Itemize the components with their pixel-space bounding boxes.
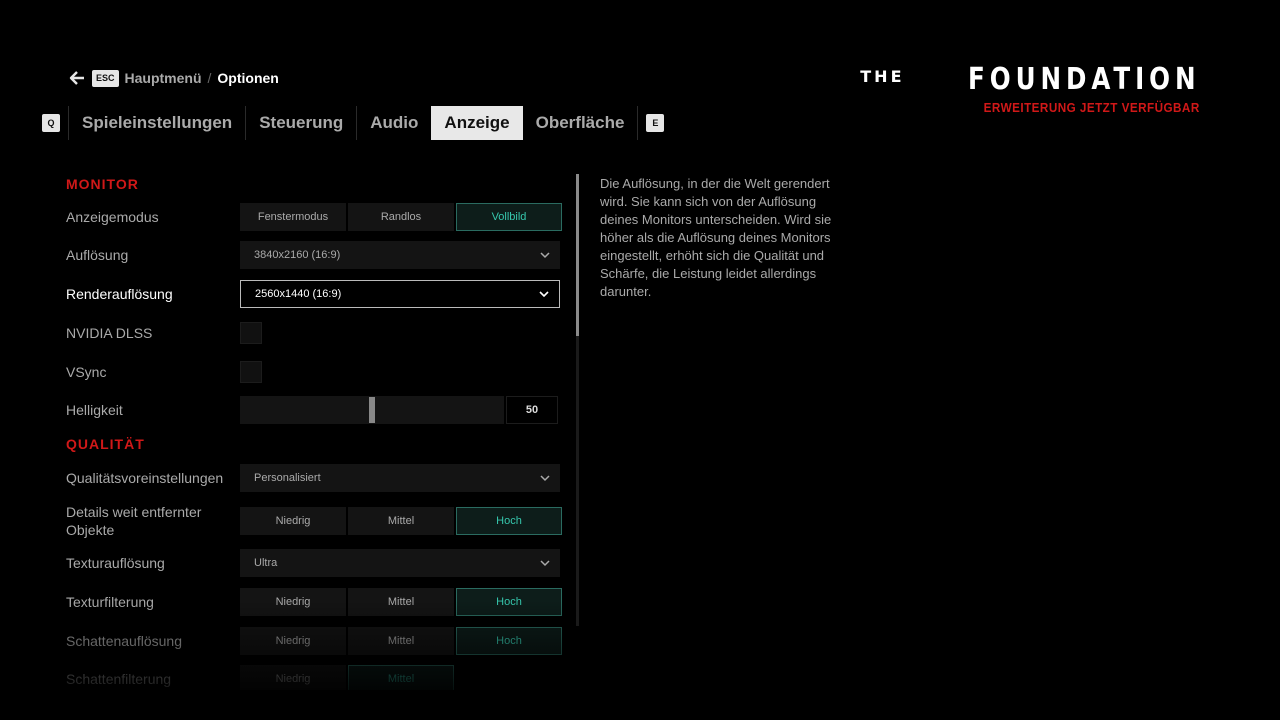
texture-filtering-selector: Niedrig Mittel Hoch <box>240 588 562 616</box>
slider-handle[interactable] <box>369 397 375 423</box>
tab-controls[interactable]: Steuerung <box>246 106 356 140</box>
quality-option-medium[interactable]: Mittel <box>348 507 454 535</box>
scrollbar-thumb[interactable] <box>576 174 579 336</box>
settings-panel: MONITOR Anzeigemodus Fenstermodus Randlo… <box>66 170 566 690</box>
breadcrumb: ESC Hauptmenü / Optionen <box>68 68 279 88</box>
setting-label: NVIDIA DLSS <box>66 325 153 341</box>
setting-row-texture-resolution: Texturauflösung Ultra <box>66 549 566 577</box>
texture-resolution-dropdown[interactable]: Ultra <box>240 549 560 577</box>
section-title-quality: QUALITÄT <box>66 436 145 452</box>
vsync-checkbox[interactable] <box>240 361 262 383</box>
setting-label: Helligkeit <box>66 402 123 418</box>
esc-key-hint: ESC <box>92 69 119 87</box>
chevron-down-icon <box>540 560 550 567</box>
quality-option-high[interactable]: Hoch <box>456 507 562 535</box>
breadcrumb-main-menu[interactable]: Hauptmenü <box>125 70 202 86</box>
slider-track[interactable] <box>240 396 504 424</box>
setting-label: Schattenauflösung <box>66 633 182 649</box>
settings-scrollbar[interactable] <box>576 174 579 626</box>
setting-label: VSync <box>66 364 107 380</box>
quality-option-low[interactable]: Niedrig <box>240 507 346 535</box>
logo-title: FOUNDATION <box>967 62 1200 97</box>
setting-row-vsync: VSync <box>66 358 566 386</box>
setting-label: Schattenfilterung <box>66 671 172 687</box>
prev-tab-key-hint[interactable]: Q <box>42 114 60 132</box>
setting-description: Die Auflösung, in der die Welt gerendert… <box>600 176 832 299</box>
next-tab-key-hint[interactable]: E <box>646 114 665 132</box>
section-title-monitor: MONITOR <box>66 176 139 192</box>
expansion-available-banner[interactable]: ERWEITERUNG JETZT VERFÜGBAR <box>894 100 1200 115</box>
setting-row-display-mode: Anzeigemodus Fenstermodus Randlos Vollbi… <box>66 203 566 231</box>
setting-label: Qualitätsvoreinstellungen <box>66 470 224 486</box>
dropdown-value: 2560x1440 (16:9) <box>255 288 342 300</box>
quality-option-low[interactable]: Niedrig <box>240 627 346 655</box>
brightness-slider: 50 <box>240 396 558 424</box>
breadcrumb-separator: / <box>207 70 212 86</box>
quality-option-medium[interactable]: Mittel <box>348 665 454 690</box>
render-resolution-dropdown[interactable]: 2560x1440 (16:9) <box>240 280 560 308</box>
resolution-dropdown[interactable]: 3840x2160 (16:9) <box>240 241 560 269</box>
setting-label: Texturfilterung <box>66 594 154 610</box>
tab-divider <box>637 106 639 140</box>
tab-interface[interactable]: Oberfläche <box>523 106 638 140</box>
quality-option-low[interactable]: Niedrig <box>240 588 346 616</box>
setting-label: Details weit entfernter Objekte <box>66 504 202 538</box>
setting-row-resolution: Auflösung 3840x2160 (16:9) <box>66 241 566 269</box>
quality-option-medium[interactable]: Mittel <box>348 627 454 655</box>
setting-row-texture-filtering: Texturfilterung Niedrig Mittel Hoch <box>66 588 566 616</box>
game-logo[interactable]: THE FOUNDATION ERWEITERUNG JETZT VERFÜGB… <box>860 62 1200 116</box>
back-arrow-icon[interactable] <box>68 69 86 87</box>
display-mode-selector: Fenstermodus Randlos Vollbild <box>240 203 562 231</box>
tab-display[interactable]: Anzeige <box>431 106 523 140</box>
quality-option-medium[interactable]: Mittel <box>348 588 454 616</box>
setting-row-shadow-resolution: Schattenauflösung Niedrig Mittel Hoch <box>66 627 566 655</box>
dropdown-value: Ultra <box>254 557 278 569</box>
chevron-down-icon <box>540 252 550 259</box>
setting-row-dlss: NVIDIA DLSS <box>66 319 566 347</box>
breadcrumb-current: Optionen <box>217 70 279 86</box>
quality-option-high[interactable]: Hoch <box>456 588 562 616</box>
dlss-checkbox[interactable] <box>240 322 262 344</box>
display-mode-option-borderless[interactable]: Randlos <box>348 203 454 231</box>
setting-row-distant-details: Details weit entfernter Objekte Niedrig … <box>66 504 566 538</box>
dropdown-value: 3840x2160 (16:9) <box>254 249 341 261</box>
setting-label: Anzeigemodus <box>66 209 159 225</box>
setting-label: Auflösung <box>66 247 129 263</box>
quality-preset-dropdown[interactable]: Personalisiert <box>240 464 560 492</box>
shadow-resolution-selector: Niedrig Mittel Hoch <box>240 627 562 655</box>
setting-label: Texturauflösung <box>66 555 165 571</box>
setting-row-brightness: Helligkeit 50 <box>66 396 566 424</box>
setting-label: Renderauflösung <box>66 286 173 302</box>
logo-the: THE <box>860 67 905 86</box>
chevron-down-icon <box>539 291 549 298</box>
quality-option-high[interactable]: Hoch <box>456 627 562 655</box>
options-tabs: Q Spieleinstellungen Steuerung Audio Anz… <box>42 106 665 140</box>
distant-details-selector: Niedrig Mittel Hoch <box>240 507 562 535</box>
tab-audio[interactable]: Audio <box>357 106 431 140</box>
setting-row-shadow-filtering: Schattenfilterung Niedrig Mittel <box>66 665 566 690</box>
quality-option-low[interactable]: Niedrig <box>240 665 346 690</box>
chevron-down-icon <box>540 475 550 482</box>
tab-game-settings[interactable]: Spieleinstellungen <box>69 106 245 140</box>
slider-value: 50 <box>506 396 558 424</box>
display-mode-option-fullscreen[interactable]: Vollbild <box>456 203 562 231</box>
setting-row-render-resolution: Renderauflösung 2560x1440 (16:9) <box>66 280 566 308</box>
setting-row-quality-preset: Qualitätsvoreinstellungen Personalisiert <box>66 464 566 492</box>
display-mode-option-windowed[interactable]: Fenstermodus <box>240 203 346 231</box>
shadow-filtering-selector: Niedrig Mittel <box>240 665 454 690</box>
dropdown-value: Personalisiert <box>254 472 321 484</box>
